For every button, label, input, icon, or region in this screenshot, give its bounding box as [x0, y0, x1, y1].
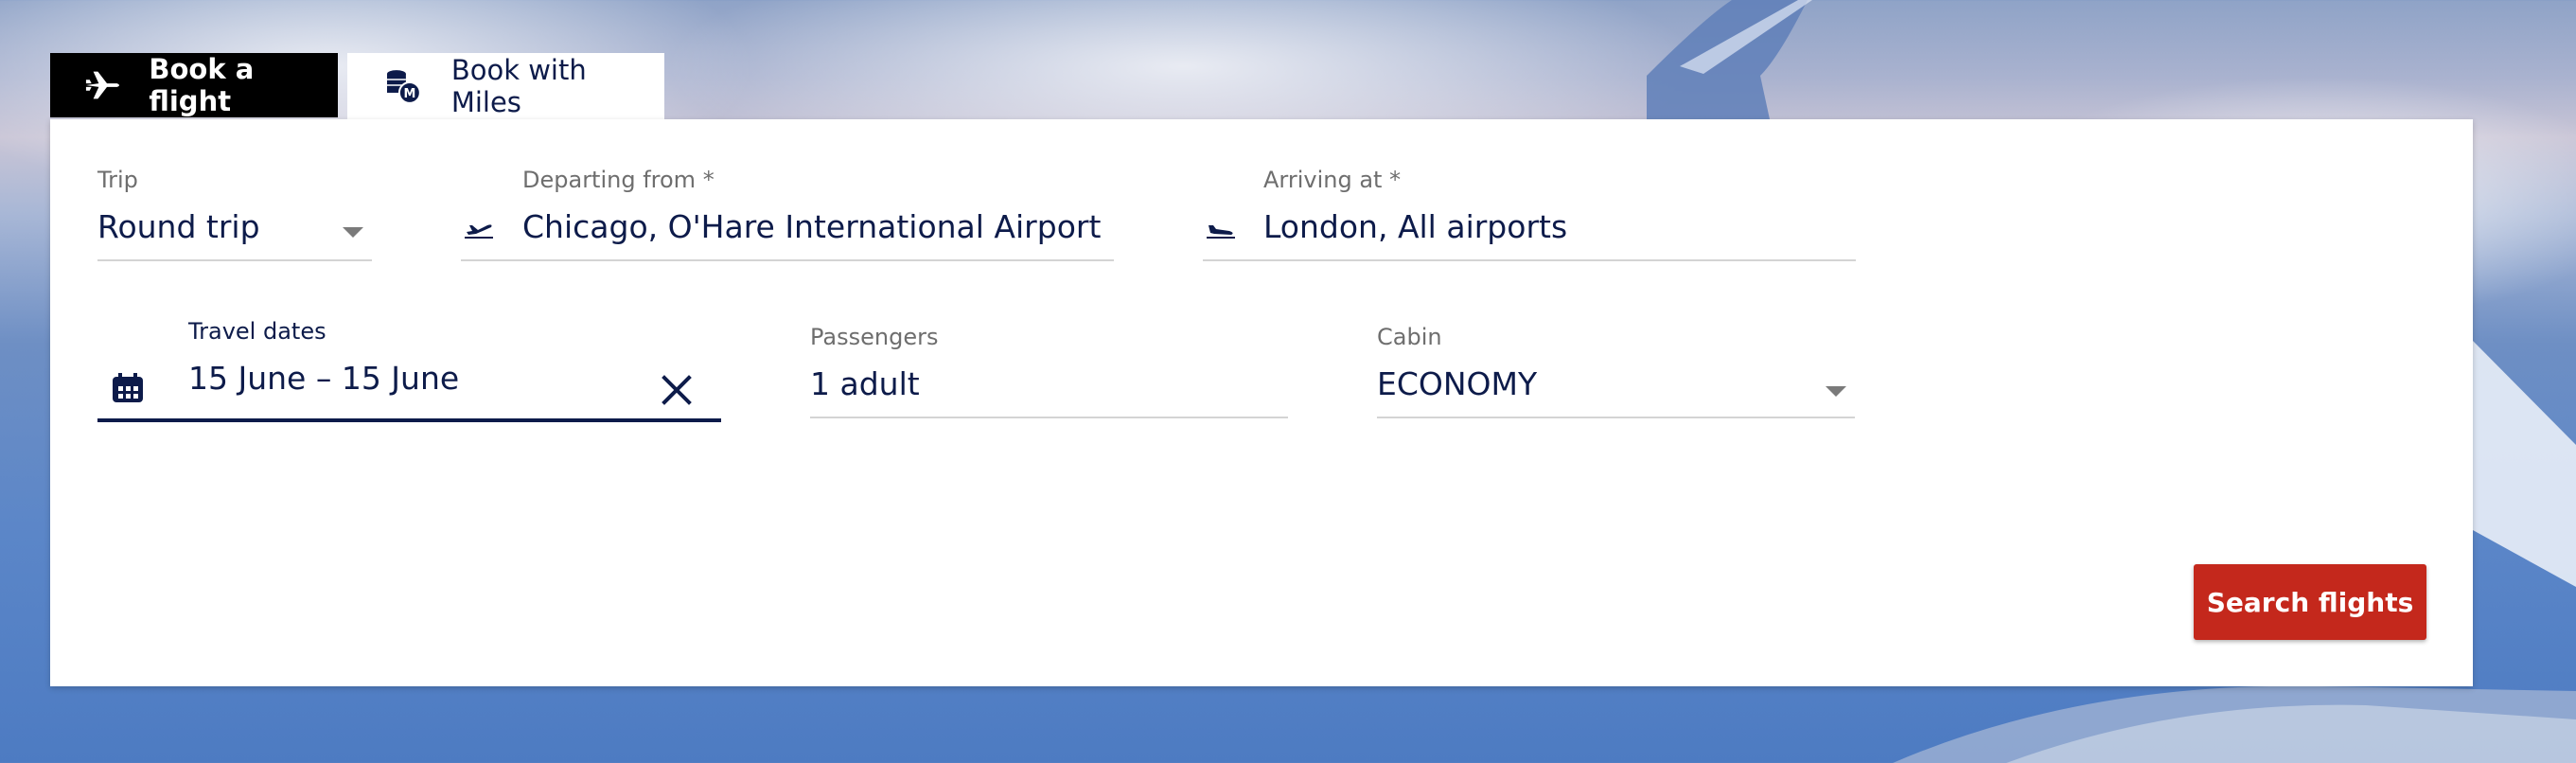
flight-search-form: Trip Round trip Departing from * Chicago…: [50, 119, 2473, 686]
trip-value: Round trip: [97, 208, 260, 245]
tab-book-miles[interactable]: M Book with Miles: [347, 53, 664, 119]
passengers-field[interactable]: Passengers 1 adult: [810, 324, 1288, 418]
trip-label: Trip: [97, 167, 138, 193]
trip-underline: [97, 259, 372, 261]
travel-dates-underline: [97, 418, 721, 422]
cabin-select[interactable]: Cabin ECONOMY: [1377, 324, 1855, 418]
calendar-icon: [113, 373, 143, 402]
travel-dates-value: 15 June – 15 June: [188, 360, 460, 397]
passengers-underline: [810, 417, 1288, 418]
cabin-value: ECONOMY: [1377, 365, 1538, 402]
landing-icon: [1207, 225, 1235, 239]
dropdown-caret-icon: [1826, 386, 1846, 397]
departing-value: Chicago, O'Hare International Airport: [522, 208, 1102, 245]
miles-coins-icon: M: [386, 70, 421, 104]
booking-tabs: Book a flight M Book with Miles: [50, 53, 664, 119]
passengers-value: 1 adult: [810, 365, 920, 402]
cabin-label: Cabin: [1377, 324, 1442, 350]
dropdown-caret-icon: [343, 227, 363, 238]
arriving-underline: [1203, 259, 1856, 261]
passengers-label: Passengers: [810, 324, 939, 350]
departing-underline: [461, 259, 1114, 261]
tab-book-flight-label: Book a flight: [149, 53, 255, 117]
cabin-underline: [1377, 417, 1855, 418]
svg-text:M: M: [403, 87, 415, 101]
clear-icon[interactable]: [662, 375, 692, 405]
travel-dates-label: Travel dates: [188, 318, 326, 345]
arriving-at-field[interactable]: Arriving at * London, All airports: [1203, 167, 1856, 261]
departing-label: Departing from *: [522, 167, 715, 193]
trip-select[interactable]: Trip Round trip: [97, 167, 372, 261]
plane-icon: [85, 71, 120, 99]
search-flights-button[interactable]: Search flights: [2194, 564, 2426, 640]
arriving-value: London, All airports: [1263, 208, 1568, 245]
departing-from-field[interactable]: Departing from * Chicago, O'Hare Interna…: [461, 167, 1114, 261]
takeoff-icon: [465, 224, 493, 239]
arriving-label: Arriving at *: [1263, 167, 1402, 193]
travel-dates-field[interactable]: Travel dates 15 June – 15 June: [97, 318, 721, 424]
tab-book-miles-label: Book with Miles: [450, 54, 587, 118]
tab-book-flight[interactable]: Book a flight: [50, 53, 338, 117]
